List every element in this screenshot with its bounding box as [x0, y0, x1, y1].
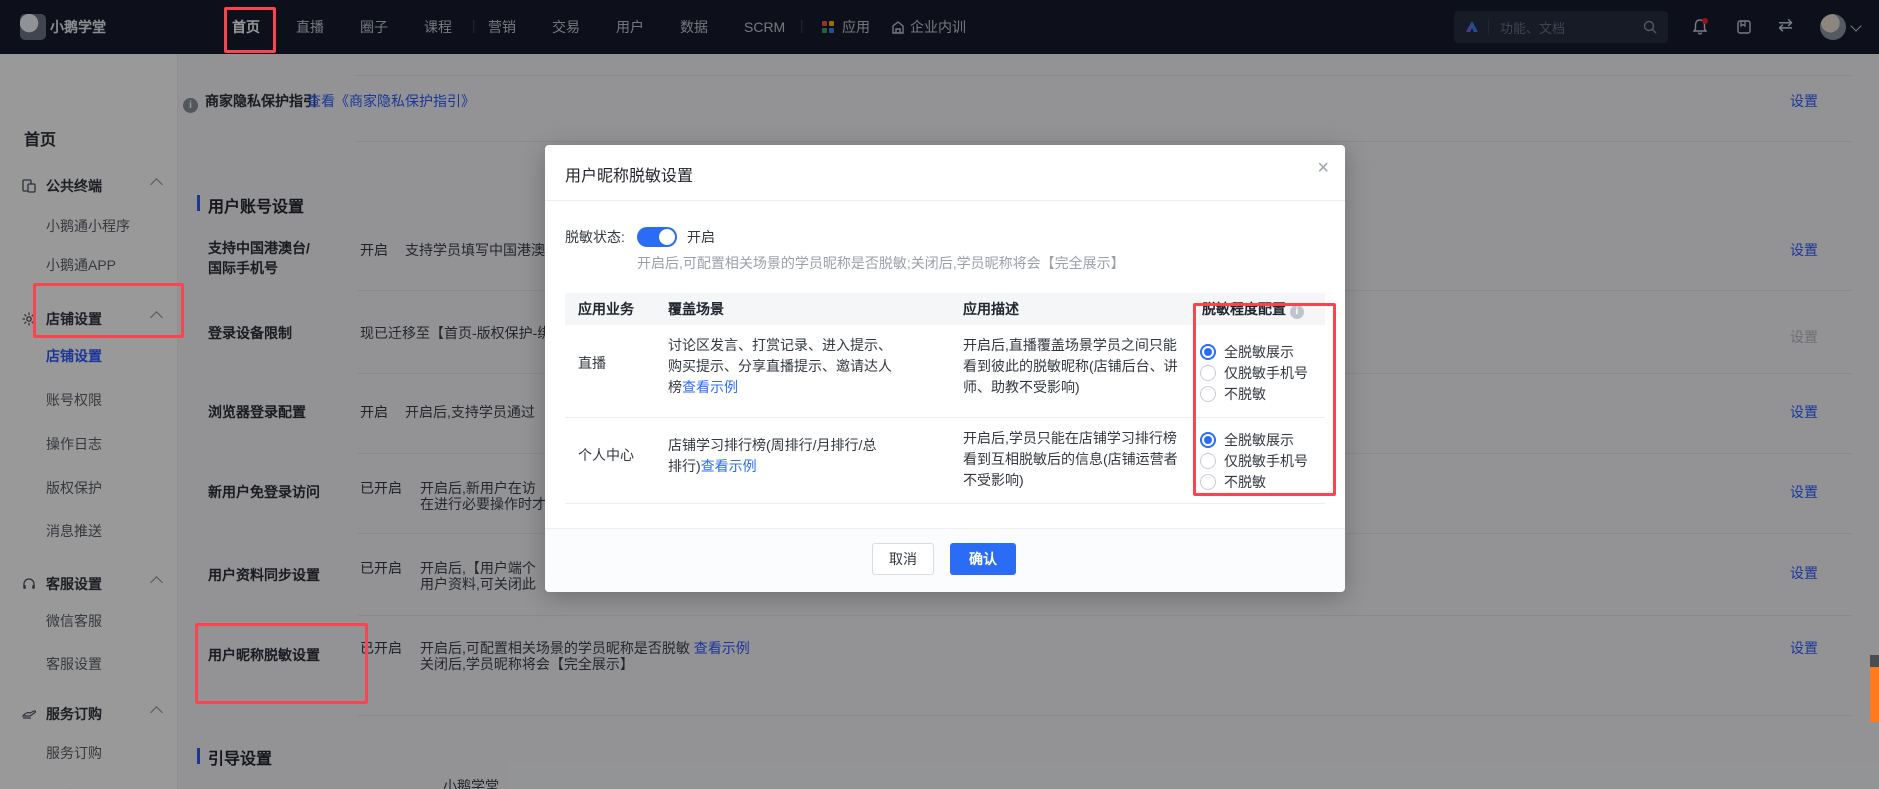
- desc-cell: 不受影响): [963, 472, 1024, 488]
- business-cell: 直播: [578, 355, 606, 371]
- business-cell: 个人中心: [578, 447, 634, 463]
- scrollbar-thumb-cap[interactable]: [1870, 655, 1879, 667]
- col-header-business: 应用业务: [578, 301, 634, 317]
- desc-cell: 开启后,学员只能在店铺学习排行榜: [963, 430, 1177, 446]
- scrollbar-thumb[interactable]: [1870, 667, 1879, 722]
- divider: [565, 503, 1325, 504]
- annotation-box-nav-home: [224, 7, 276, 53]
- masking-hint: 开启后,可配置相关场景的学员昵称是否脱敏;关闭后,学员昵称将会【完全展示】: [637, 255, 1125, 271]
- view-example-link[interactable]: 查看示例: [682, 379, 738, 395]
- masking-status-toggle[interactable]: [637, 227, 677, 247]
- modal-title: 用户昵称脱敏设置: [565, 168, 694, 185]
- scene-cell: 排行)查看示例: [668, 458, 757, 474]
- close-icon[interactable]: ×: [1317, 157, 1329, 180]
- col-header-description: 应用描述: [963, 301, 1019, 317]
- scene-cell: 购买提示、分享直播提示、邀请达人: [668, 358, 892, 374]
- desc-cell: 看到彼此的脱敏昵称(店铺后台、讲: [963, 358, 1178, 374]
- page: 小鹅学堂 首页 直播 圈子 课程 | 营销 交易 用户 数据 SCRM | 应用…: [0, 0, 1879, 789]
- scene-cell: 店铺学习排行榜(周排行/月排行/总: [668, 437, 877, 453]
- scene-cell: 榜查看示例: [668, 379, 738, 395]
- modal-footer: [545, 528, 1345, 592]
- annotation-box-sidebar-shop-settings: [33, 283, 184, 338]
- divider: [545, 200, 1345, 201]
- masking-status-value: 开启: [687, 229, 715, 245]
- confirm-button[interactable]: 确认: [950, 543, 1016, 575]
- cancel-button[interactable]: 取消: [872, 543, 934, 575]
- view-example-link[interactable]: 查看示例: [701, 458, 757, 474]
- scene-cell: 讨论区发言、打赏记录、进入提示、: [668, 337, 892, 353]
- col-header-scene: 覆盖场景: [668, 301, 724, 317]
- desc-cell: 看到互相脱敏后的信息(店铺运营者: [963, 451, 1178, 467]
- desc-cell: 开启后,直播覆盖场景学员之间只能: [963, 337, 1177, 353]
- annotation-box-nickname-row: [195, 623, 368, 704]
- annotation-box-masking-level-column: [1193, 303, 1336, 496]
- masking-status-label: 脱敏状态:: [565, 229, 625, 245]
- desc-cell: 师、助教不受影响): [963, 379, 1080, 395]
